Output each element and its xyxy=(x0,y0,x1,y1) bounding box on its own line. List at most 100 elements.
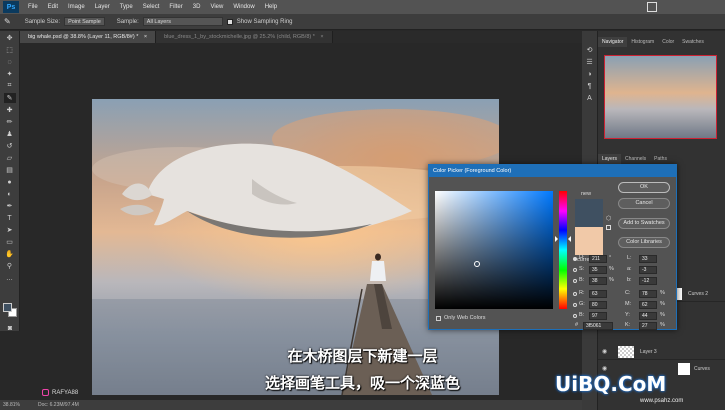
tab-big-whale[interactable]: big whale.psd @ 38.8% (Layer 11, RGB/8#)… xyxy=(20,31,157,43)
eyedropper-icon[interactable]: ✎ xyxy=(4,17,11,26)
brush-tool-icon[interactable]: ✏ xyxy=(4,117,16,127)
eye-icon[interactable]: ◉ xyxy=(602,365,607,372)
subtitle-line-1: 在木桥图层下新建一层 xyxy=(287,347,438,365)
history-icon[interactable]: ⟲ xyxy=(584,45,596,55)
history-brush-icon[interactable]: ↺ xyxy=(4,141,16,151)
healing-tool-icon[interactable]: ✚ xyxy=(4,105,16,115)
add-to-swatches-button[interactable]: Add to Swatches xyxy=(618,218,670,229)
lasso-tool-icon[interactable]: ◌ xyxy=(4,57,16,67)
stamp-tool-icon[interactable]: ♟ xyxy=(4,129,16,139)
hsb-s-radio[interactable] xyxy=(573,268,577,272)
tab-paths[interactable]: Paths xyxy=(650,154,671,164)
hand-tool-icon[interactable]: ✋ xyxy=(4,249,16,259)
hsb-h-input[interactable]: 211 xyxy=(589,255,607,263)
hue-slider-handle-right[interactable] xyxy=(568,236,571,242)
lab-a-input[interactable]: -3 xyxy=(639,266,657,274)
more-tools-icon[interactable]: … xyxy=(4,273,16,283)
menu-image[interactable]: Image xyxy=(63,4,90,10)
rgb-r-input[interactable]: 63 xyxy=(589,290,607,298)
tab-blue-dress[interactable]: blue_dress_1_by_stockmichelle.jpg @ 25.2… xyxy=(156,31,333,43)
menu-help[interactable]: Help xyxy=(260,4,282,10)
site-watermark-url: www.psahz.com xyxy=(640,398,684,404)
ok-button[interactable]: OK xyxy=(618,182,670,193)
menu-file[interactable]: File xyxy=(23,4,43,10)
rgb-b-input[interactable]: 97 xyxy=(589,312,607,320)
menu-select[interactable]: Select xyxy=(138,4,165,10)
move-tool-icon[interactable]: ✥ xyxy=(4,33,16,43)
cmyk-k-label: K: xyxy=(625,322,631,328)
adjustments-icon[interactable]: ◑ xyxy=(584,69,596,79)
cmyk-m-input[interactable]: 62 xyxy=(639,301,657,309)
color-field[interactable] xyxy=(435,191,553,309)
hsb-b-unit: % xyxy=(609,277,614,283)
eraser-tool-icon[interactable]: ▱ xyxy=(4,153,16,163)
cmyk-k-input[interactable]: 27 xyxy=(639,322,657,330)
tab-navigator[interactable]: Navigator xyxy=(598,37,628,47)
menu-window[interactable]: Window xyxy=(228,4,259,10)
color-libraries-button[interactable]: Color Libraries xyxy=(618,237,670,248)
foreground-swatch[interactable] xyxy=(3,303,12,312)
zoom-level[interactable]: 38.81% xyxy=(3,402,20,408)
rgb-b-radio[interactable] xyxy=(573,314,577,318)
shape-tool-icon[interactable]: ▭ xyxy=(4,237,16,247)
lab-l-input[interactable]: 33 xyxy=(639,255,657,263)
close-icon[interactable]: × xyxy=(320,34,323,40)
menu-filter[interactable]: Filter xyxy=(164,4,187,10)
properties-icon[interactable]: ☰ xyxy=(584,57,596,67)
marquee-tool-icon[interactable]: ⬚ xyxy=(4,45,16,55)
rgb-r-radio[interactable] xyxy=(573,292,577,296)
lab-b-input[interactable]: -12 xyxy=(639,277,657,285)
menu-view[interactable]: View xyxy=(205,4,228,10)
cmyk-m-label: M: xyxy=(625,301,632,307)
tab-layers[interactable]: Layers xyxy=(598,154,622,164)
zoom-tool-icon[interactable]: ⚲ xyxy=(4,261,16,271)
paragraph-icon[interactable]: ¶ xyxy=(584,81,596,91)
pen-tool-icon[interactable]: ✒ xyxy=(4,201,16,211)
hsb-b-input[interactable]: 38 xyxy=(589,277,607,285)
web-safe-icon[interactable] xyxy=(606,225,611,230)
current-color-swatch[interactable] xyxy=(575,227,603,255)
dodge-tool-icon[interactable]: ◐ xyxy=(4,189,16,199)
cube-icon[interactable]: ⬡ xyxy=(606,215,611,222)
rgb-g-radio[interactable] xyxy=(573,303,577,307)
hsb-h-radio[interactable] xyxy=(573,257,577,261)
cmyk-c-input[interactable]: 78 xyxy=(639,290,657,298)
tab-swatches[interactable]: Swatches xyxy=(678,37,708,47)
only-web-colors-checkbox[interactable] xyxy=(436,316,441,321)
eyedropper-tool-icon[interactable]: ✎ xyxy=(3,93,16,103)
menu-3d[interactable]: 3D xyxy=(188,4,206,10)
sample-select[interactable]: All Layers xyxy=(142,17,223,26)
cancel-button[interactable]: Cancel xyxy=(618,198,670,209)
quick-mask-icon[interactable]: ◙ xyxy=(4,323,16,333)
tab-color[interactable]: Color xyxy=(658,37,678,47)
window-restore-icon[interactable] xyxy=(647,2,657,12)
close-icon[interactable]: × xyxy=(144,34,147,40)
crop-tool-icon[interactable]: ⌗ xyxy=(4,81,16,91)
sample-size-select[interactable]: Point Sample xyxy=(64,17,105,26)
menu-layer[interactable]: Layer xyxy=(90,4,115,10)
hex-input[interactable]: 3f5061 xyxy=(583,322,613,330)
quick-select-icon[interactable]: ✦ xyxy=(4,69,16,79)
menu-type[interactable]: Type xyxy=(115,4,138,10)
navigator-tabs: Navigator Histogram Color Swatches xyxy=(598,37,708,47)
cmyk-y-input[interactable]: 44 xyxy=(639,312,657,320)
blur-tool-icon[interactable]: ● xyxy=(4,177,16,187)
sample-size-label: Sample Size: xyxy=(24,18,61,25)
menu-edit[interactable]: Edit xyxy=(43,4,63,10)
hue-slider[interactable] xyxy=(559,191,567,309)
path-select-icon[interactable]: ➤ xyxy=(4,225,16,235)
color-field-cursor[interactable] xyxy=(474,261,480,267)
gradient-tool-icon[interactable]: ▤ xyxy=(4,165,16,175)
hsb-b-radio[interactable] xyxy=(573,279,577,283)
rgb-g-input[interactable]: 80 xyxy=(589,301,607,309)
rgb-g-label: G: xyxy=(579,301,585,307)
hsb-s-input[interactable]: 35 xyxy=(589,266,607,274)
navigator-thumbnail[interactable] xyxy=(604,55,717,139)
character-icon[interactable]: A xyxy=(584,93,596,103)
show-sampling-ring-checkbox[interactable] xyxy=(226,18,233,25)
tab-histogram[interactable]: Histogram xyxy=(627,37,658,47)
site-watermark: UiBQ.CoM xyxy=(555,372,667,396)
tab-channels[interactable]: Channels xyxy=(621,154,650,164)
type-tool-icon[interactable]: T xyxy=(4,213,16,223)
hue-slider-handle[interactable] xyxy=(555,236,558,242)
